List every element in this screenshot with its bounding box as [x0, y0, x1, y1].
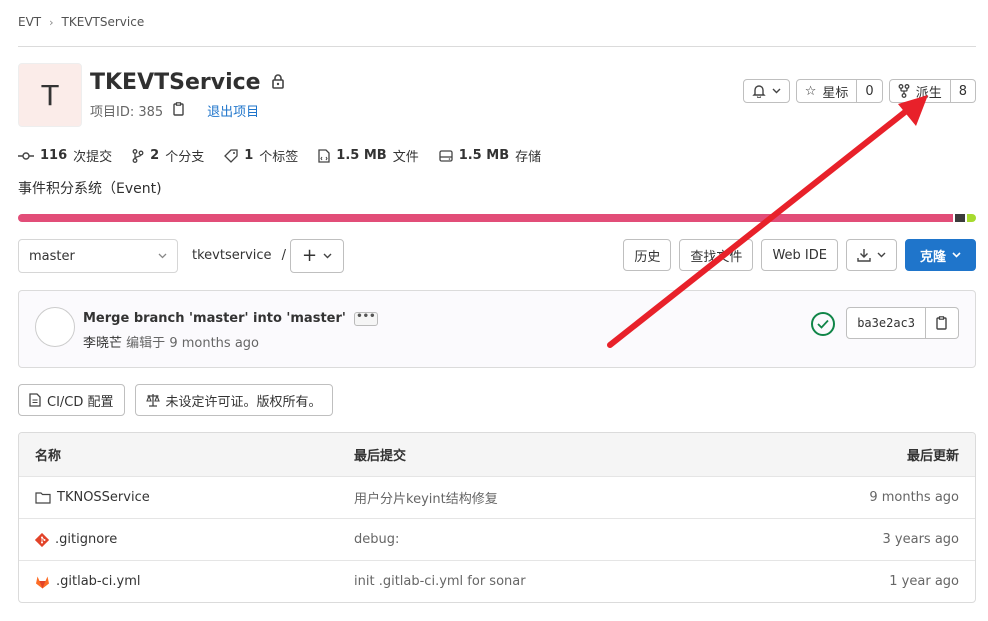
commit-meta: 李晓芒 编辑于 9 months ago [83, 332, 259, 351]
folder-icon [35, 492, 51, 504]
cicd-config-button[interactable]: CI/CD 配置 [18, 384, 125, 416]
fork-count[interactable]: 8 [950, 79, 976, 103]
updated-time: 9 months ago [869, 490, 959, 505]
copy-sha-button[interactable] [926, 307, 959, 339]
stat-branches[interactable]: 2 个分支 [132, 146, 204, 165]
lock-icon [271, 73, 285, 93]
project-description: 事件积分系统（Event) [18, 181, 162, 197]
commit-sha-button[interactable]: ba3e2ac3 [846, 307, 926, 339]
project-title: TKEVTService [90, 70, 261, 95]
pipeline-success-icon[interactable] [811, 312, 835, 336]
path-separator: / [281, 248, 287, 263]
commit-author-link[interactable]: 李晓芒 [83, 336, 122, 351]
tag-icon [224, 148, 238, 163]
project-id: 项目ID: 385 [90, 105, 164, 120]
download-icon [857, 249, 871, 262]
repository-toolbar: master tkevtservice / + 历史 查找文件 Web IDE … [18, 239, 976, 273]
bell-icon [752, 85, 766, 98]
notification-button[interactable] [742, 79, 790, 103]
table-row[interactable]: .gitlab-ci.yml init .gitlab-ci.yml for s… [19, 560, 975, 602]
stat-tags[interactable]: 1 个标签 [224, 146, 298, 165]
add-file-dropdown[interactable]: + [290, 239, 344, 273]
scale-icon [145, 394, 160, 407]
table-row[interactable]: .gitignore debug: 3 years ago [19, 518, 975, 560]
fork-button-group: 派生 8 [888, 79, 976, 103]
file-name-link[interactable]: .gitlab-ci.yml [56, 574, 140, 589]
project-title-row: TKEVTService [90, 70, 285, 95]
commit-time: 9 months ago [169, 336, 259, 351]
column-header-last-update: 最后更新 [906, 449, 959, 464]
commit-action: 编辑于 [126, 336, 166, 351]
file-name-link[interactable]: .gitignore [55, 532, 117, 547]
column-header-last-commit: 最后提交 [354, 449, 407, 464]
commit-message-link[interactable]: debug: [354, 532, 775, 547]
column-header-name: 名称 [35, 449, 62, 464]
web-ide-button[interactable]: Web IDE [761, 239, 838, 271]
chevron-down-icon [952, 252, 961, 258]
repository-path: tkevtservice / [192, 248, 286, 263]
stat-storage[interactable]: 1.5 MB 存储 [439, 146, 541, 165]
path-link[interactable]: tkevtservice [192, 248, 272, 263]
stat-files[interactable]: 1.5 MB 文件 [318, 146, 419, 165]
file-icon [318, 148, 330, 163]
fork-button[interactable]: 派生 [888, 79, 951, 103]
chevron-down-icon [772, 88, 781, 94]
avatar[interactable] [35, 307, 75, 347]
chevron-down-icon [323, 253, 332, 259]
project-meta: 项目ID: 385 退出项目 [90, 101, 259, 120]
star-icon: ☆ [804, 83, 817, 99]
commit-icon [18, 151, 34, 160]
leave-project-link[interactable]: 退出项目 [207, 101, 259, 120]
project-stats: 116 次提交 2 个分支 1 个标签 1.5 MB 文件 1.5 MB 存储 [18, 146, 541, 165]
chevron-down-icon [158, 253, 167, 259]
breadcrumb: EVT › TKEVTService [18, 15, 144, 29]
breadcrumb-project-link[interactable]: TKEVTService [62, 15, 145, 29]
history-button[interactable]: 历史 [623, 239, 672, 271]
file-tree-table: 名称 最后提交 最后更新 TKNOSService 用户分片keyint结构修复… [18, 432, 976, 603]
breadcrumb-group-link[interactable]: EVT [18, 15, 41, 29]
copy-icon[interactable] [173, 101, 185, 120]
file-name-link[interactable]: TKNOSService [57, 490, 150, 505]
star-button-group: ☆ 星标 0 [795, 79, 883, 103]
license-button[interactable]: 未设定许可证。版权所有。 [134, 384, 333, 416]
stat-commits[interactable]: 116 次提交 [18, 146, 112, 165]
last-commit-panel: Merge branch 'master' into 'master' ••• … [18, 290, 976, 368]
project-actions: ☆ 星标 0 派生 8 [742, 79, 976, 103]
branch-icon [132, 148, 144, 163]
language-segment [967, 214, 976, 222]
copy-icon [936, 316, 947, 330]
fork-icon [898, 84, 910, 98]
divider [18, 46, 976, 47]
repository-language-bar[interactable] [18, 214, 976, 222]
expand-commit-button[interactable]: ••• [353, 311, 378, 326]
gitlab-icon [36, 576, 49, 588]
commit-message-link[interactable]: init .gitlab-ci.yml for sonar [354, 574, 775, 589]
language-segment [955, 214, 965, 222]
commit-sha-group: ba3e2ac3 [846, 307, 959, 339]
branch-selector[interactable]: master [18, 239, 178, 273]
commit-message-link[interactable]: 用户分片keyint结构修复 [354, 488, 775, 507]
commit-title-link[interactable]: Merge branch 'master' into 'master' [83, 311, 346, 326]
table-header: 名称 最后提交 最后更新 [19, 433, 975, 476]
star-count[interactable]: 0 [857, 79, 883, 103]
project-avatar: T [18, 63, 82, 127]
repository-actions: 历史 查找文件 Web IDE 克隆 [623, 239, 976, 271]
chevron-down-icon [877, 252, 886, 258]
star-button[interactable]: ☆ 星标 [795, 79, 858, 103]
language-segment [18, 214, 953, 222]
clone-button[interactable]: 克隆 [904, 239, 976, 271]
updated-time: 1 year ago [889, 574, 959, 589]
plus-icon: + [301, 245, 318, 266]
download-dropdown[interactable] [845, 239, 897, 271]
table-row[interactable]: TKNOSService 用户分片keyint结构修复 9 months ago [19, 476, 975, 518]
updated-time: 3 years ago [882, 532, 959, 547]
find-file-button[interactable]: 查找文件 [679, 239, 754, 271]
storage-icon [439, 149, 453, 162]
file-icon [29, 393, 41, 407]
project-buttons: CI/CD 配置 未设定许可证。版权所有。 [18, 384, 333, 416]
git-icon [35, 532, 49, 547]
commit-title-row: Merge branch 'master' into 'master' ••• [83, 311, 378, 326]
chevron-right-icon: › [49, 15, 54, 29]
